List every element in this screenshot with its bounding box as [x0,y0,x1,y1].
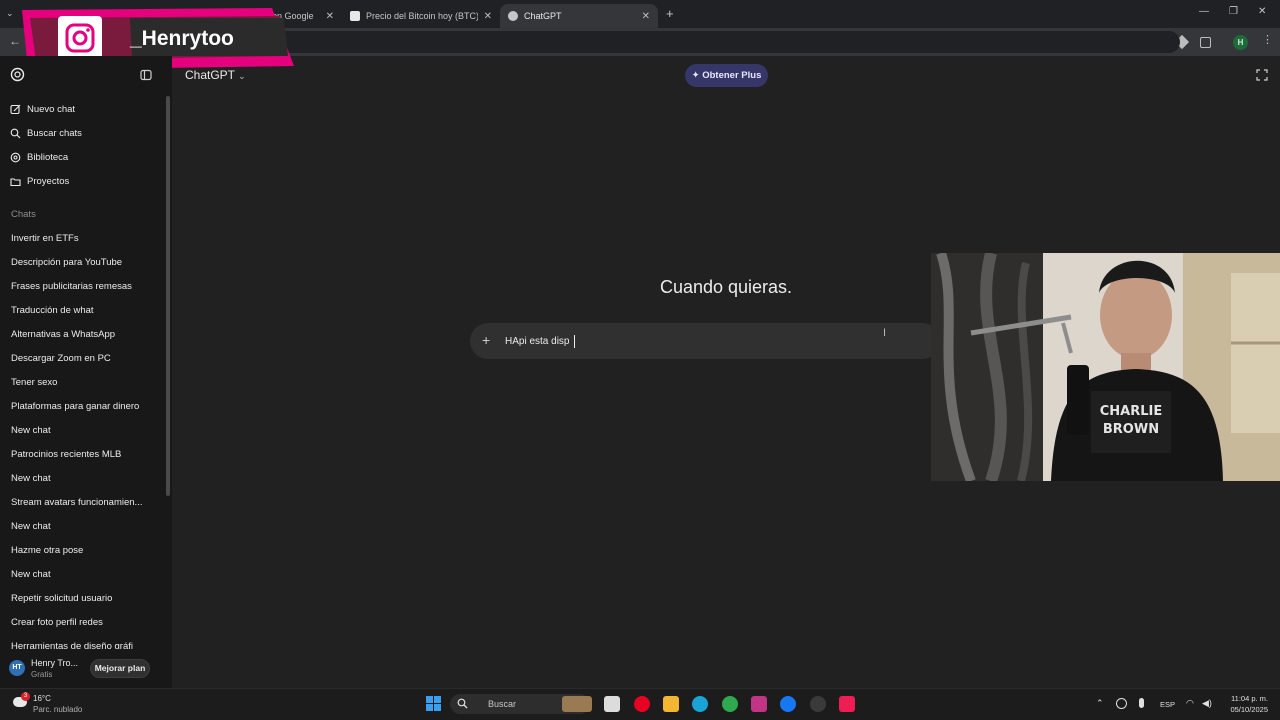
tab-bitcoin[interactable]: Precio del Bitcoin hoy (BTC) | Va ✕ [342,4,500,28]
edge-icon[interactable] [692,696,708,712]
sidebar-item-projects[interactable]: Proyectos [10,176,69,187]
file-explorer-icon[interactable] [663,696,679,712]
sidebar-item-library[interactable]: Biblioteca [10,152,68,163]
chat-history-item[interactable]: Descripción para YouTube [11,257,157,268]
tab-close-icon[interactable]: ✕ [642,11,650,22]
toggle-sidebar-icon[interactable] [140,69,152,81]
tab-search-chevron-icon[interactable]: ⌄ [6,8,14,19]
mouse-cursor-icon: I [883,327,887,339]
chat-history-item[interactable]: New chat [11,425,157,436]
sidebar-item-new-chat[interactable]: Nuevo chat [10,104,75,115]
chrome-icon[interactable] [722,696,738,712]
back-arrow-icon[interactable]: ← [9,34,21,48]
obs-icon[interactable] [810,696,826,712]
instagram-handle-text: _Henrytoo [130,27,234,50]
tab-chatgpt[interactable]: ChatGPT ✕ [500,4,658,28]
chat-history-item[interactable]: Repetir solicitud usuario [11,593,157,604]
clock-time[interactable]: 11:04 p. m. [1222,694,1268,703]
instagram-icon[interactable] [751,696,767,712]
edit-icon [10,104,21,115]
chat-history-item[interactable]: Herramientas de diseño gráfi [11,641,157,649]
chat-history-item[interactable]: Invertir en ETFs [11,233,157,244]
sidebar-item-label: Biblioteca [27,152,69,163]
tab-close-icon[interactable]: ✕ [326,11,334,22]
sidebar-scrollbar[interactable] [166,96,170,496]
tab-close-icon[interactable]: ✕ [484,11,492,22]
restore-icon[interactable]: ❐ [1229,6,1238,17]
search-icon [457,698,468,709]
model-selector[interactable]: ChatGPT ⌄ [185,68,246,82]
obtain-plus-button[interactable]: ✦ Obtener Plus [685,64,768,87]
language-indicator[interactable]: ESP [1160,700,1175,709]
chevron-down-icon: ⌄ [238,71,246,81]
chatgpt-favicon-icon [508,11,518,21]
chat-history-item[interactable]: Traducción de what [11,305,157,316]
chat-history-item[interactable]: Frases publicitarias remesas [11,281,157,292]
chat-history-item[interactable]: Plataformas para ganar dinero [11,401,157,412]
model-title: ChatGPT [185,68,235,82]
wifi-icon[interactable]: ◠ [1186,698,1194,709]
tiktok-icon[interactable] [839,696,855,712]
prompt-input[interactable]: HApi esta disp [505,336,569,347]
weather-temperature[interactable]: 16°C [33,694,51,703]
tray-app-icon[interactable] [1116,698,1127,709]
chat-history-item[interactable]: Hazme otra pose [11,545,157,556]
chat-history-item[interactable]: New chat [11,569,157,580]
page-title: Cuando quieras. [659,277,793,297]
attach-plus-icon[interactable]: + [482,332,490,348]
browser-menu-icon[interactable]: ⋮ [1262,33,1273,46]
chat-history-item[interactable]: Descargar Zoom en PC [11,353,157,364]
chat-history-item[interactable]: Stream avatars funcionamien... [11,497,157,508]
tab-title: ChatGPT [524,11,562,21]
upgrade-plan-button[interactable]: Mejorar plan [90,659,150,678]
extensions-puzzle-icon[interactable] [1200,37,1211,48]
minimize-icon[interactable]: — [1199,6,1209,17]
sidebar-item-label: Buscar chats [27,128,82,139]
task-view-icon[interactable] [604,696,620,712]
svg-text:BROWN: BROWN [1103,422,1159,437]
pinterest-icon[interactable] [634,696,650,712]
new-tab-button[interactable]: + [666,6,674,21]
volume-icon[interactable]: ◀) [1202,698,1212,709]
sidebar-item-search-chats[interactable]: Buscar chats [10,128,82,139]
webcam-overlay: CHARLIE BROWN [931,253,1280,481]
sidebar-item-label: Proyectos [27,176,70,187]
chats-heading: Chats [11,209,36,220]
chat-history-item[interactable]: New chat [11,521,157,532]
library-icon [10,152,21,163]
user-name[interactable]: Henry Tro... [31,658,78,668]
windows-start-icon[interactable] [426,696,441,711]
openai-logo-icon[interactable] [10,67,25,82]
text-caret [574,335,575,348]
temporary-chat-icon[interactable] [1256,69,1268,81]
search-highlight-image [562,696,592,712]
chevron-up-icon[interactable]: ⌃ [1096,698,1104,709]
chat-history-item[interactable]: Patrocinios recientes MLB [11,449,157,460]
facebook-icon[interactable] [780,696,796,712]
search-icon [10,128,21,139]
weather-badge: 3 [21,692,30,701]
tab-title: Precio del Bitcoin hoy (BTC) | Va [366,11,478,21]
user-plan: Gratis [31,670,53,679]
chat-history-item[interactable]: Crear foto perfil redes [11,617,157,628]
chat-history-item[interactable]: Tener sexo [11,377,157,388]
weather-description[interactable]: Parc. nublado [33,705,82,714]
close-window-icon[interactable]: ✕ [1258,6,1266,17]
profile-avatar[interactable]: H [1233,35,1248,50]
folder-icon [10,178,21,187]
investing-favicon-icon [350,11,360,21]
microphone-icon[interactable] [1139,698,1144,708]
chat-history-item[interactable]: New chat [11,473,157,484]
chat-history-item[interactable]: Alternativas a WhatsApp [11,329,157,340]
sidebar-item-label: Nuevo chat [27,104,76,115]
clock-date[interactable]: 05/10/2025 [1222,705,1268,714]
svg-text:CHARLIE: CHARLIE [1100,404,1163,419]
avatar[interactable]: HT [9,660,25,676]
